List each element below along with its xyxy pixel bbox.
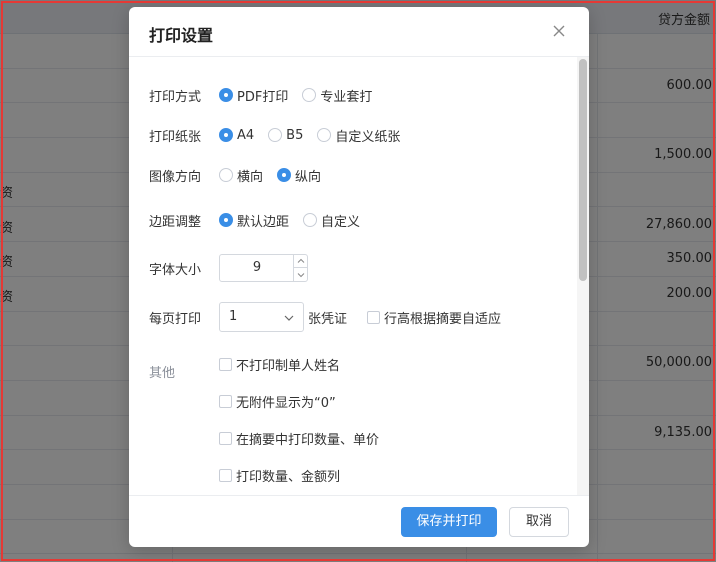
other-option-row: 在摘要中打印数量、单价 [219, 426, 379, 450]
no-attachment-zero-checkbox[interactable]: 无附件显示为“0” [219, 392, 336, 411]
save-and-print-button[interactable]: 保存并打印 [401, 507, 497, 537]
radio-default-margin[interactable]: 默认边距 [219, 211, 289, 230]
chevron-down-icon [284, 315, 294, 321]
radio-dot [268, 128, 283, 142]
checkbox-box [219, 357, 232, 371]
no-preparer-name-checkbox[interactable]: 不打印制单人姓名 [219, 355, 340, 374]
radio-dot [219, 168, 233, 182]
close-icon [553, 25, 565, 37]
cancel-button[interactable]: 取消 [509, 507, 569, 537]
per-page-label: 每页打印 [149, 311, 202, 327]
radio-dot [302, 88, 317, 102]
other-option-row: 不打印制单人姓名 [219, 352, 340, 376]
orientation-row: 图像方向 横向 纵向 [149, 163, 335, 187]
dialog-footer: 保存并打印 取消 [129, 495, 589, 547]
other-row: 其他 [149, 359, 219, 383]
chevron-down-icon [297, 272, 304, 277]
radio-pdf-print[interactable]: PDF打印 [219, 86, 288, 105]
dialog-header: 打印设置 [129, 7, 589, 57]
print-settings-dialog: 打印设置 打印方式 PDF打印 专业套打 打印纸张 A4 B5 自定义纸张 图像… [129, 7, 589, 547]
checkbox-box [219, 431, 232, 445]
decrement-button[interactable] [294, 268, 307, 281]
checkbox-box [219, 394, 232, 408]
margin-label: 边距调整 [149, 214, 202, 230]
orientation-label: 图像方向 [149, 169, 202, 185]
dialog-body: 打印方式 PDF打印 专业套打 打印纸张 A4 B5 自定义纸张 图像方向 横向… [129, 57, 589, 495]
checkbox-box [219, 468, 232, 482]
radio-dot [219, 213, 233, 227]
dialog-title: 打印设置 [149, 26, 214, 45]
other-option-row: 打印数量、金额列 [219, 463, 340, 487]
print-mode-row: 打印方式 PDF打印 专业套打 [149, 83, 386, 107]
paper-row: 打印纸张 A4 B5 自定义纸张 [149, 123, 414, 147]
radio-custom-margin[interactable]: 自定义 [303, 211, 360, 230]
adaptive-row-height-checkbox[interactable]: 行高根据摘要自适应 [367, 308, 501, 327]
radio-custom-paper[interactable]: 自定义纸张 [317, 126, 400, 145]
per-page-row: 每页打印 1 张凭证 行高根据摘要自适应 [149, 302, 501, 332]
chevron-up-icon [297, 258, 304, 263]
close-button[interactable] [547, 19, 571, 43]
scrollbar-thumb[interactable] [579, 59, 587, 281]
print-qty-amount-columns-checkbox[interactable]: 打印数量、金额列 [219, 466, 340, 485]
other-option-row: 无附件显示为“0” [219, 389, 336, 413]
print-qty-price-in-summary-checkbox[interactable]: 在摘要中打印数量、单价 [219, 429, 379, 448]
radio-dot [219, 128, 233, 142]
radio-dot [317, 128, 332, 142]
radio-a4[interactable]: A4 [219, 128, 254, 143]
paper-label: 打印纸张 [149, 129, 202, 145]
font-size-row: 字体大小 9 [149, 254, 308, 282]
radio-b5[interactable]: B5 [268, 128, 303, 143]
per-page-select[interactable]: 1 [219, 302, 304, 332]
per-page-unit: 张凭证 [308, 311, 348, 327]
other-label: 其他 [149, 365, 176, 381]
margin-row: 边距调整 默认边距 自定义 [149, 208, 374, 232]
scrollbar[interactable] [577, 57, 589, 495]
font-size-stepper[interactable]: 9 [219, 254, 308, 282]
increment-button[interactable] [294, 255, 307, 268]
radio-landscape[interactable]: 横向 [219, 166, 263, 185]
font-size-label: 字体大小 [149, 262, 202, 278]
print-mode-label: 打印方式 [149, 89, 202, 105]
radio-dot [303, 213, 318, 227]
per-page-value: 1 [229, 309, 238, 324]
radio-dot [277, 168, 292, 182]
checkbox-box [367, 310, 381, 324]
font-size-value[interactable]: 9 [220, 255, 294, 281]
stepper-buttons [293, 255, 307, 281]
radio-portrait[interactable]: 纵向 [277, 166, 321, 185]
radio-professional-print[interactable]: 专业套打 [302, 86, 372, 105]
radio-dot [219, 88, 233, 102]
